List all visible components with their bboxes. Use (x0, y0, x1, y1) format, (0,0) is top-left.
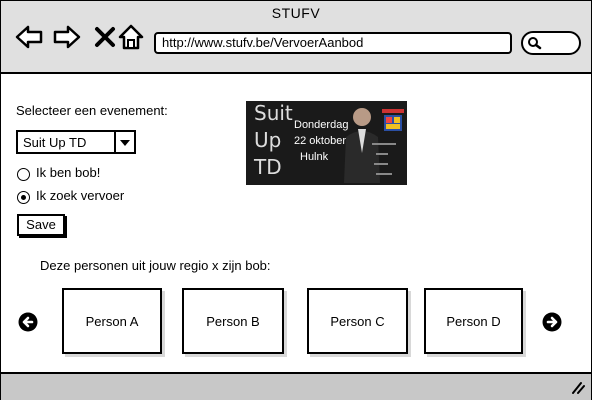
radio-label-ik-zoek-vervoer: Ik zoek vervoer (36, 188, 125, 203)
bob-section-heading: Deze personen uit jouw regio x zijn bob: (40, 258, 271, 273)
banner-small-text (372, 143, 396, 175)
radio-label-ik-ben-bob: Ik ben bob! (36, 165, 101, 180)
event-select[interactable]: Suit Up TD (16, 130, 136, 154)
browser-toolbar: STUFV http://www.stufv.be/VervoerAanbod (1, 1, 591, 74)
person-card-a[interactable]: Person A (62, 288, 162, 354)
event-select-value: Suit Up TD (23, 135, 87, 150)
chevron-down-icon[interactable] (114, 132, 134, 152)
status-bar (1, 372, 591, 400)
search-field[interactable] (521, 31, 581, 55)
forward-arrow-icon[interactable] (53, 23, 81, 51)
event-banner-image: Suit Up TD Donderdag 22 oktober Hulnk (246, 101, 407, 185)
banner-title-line-3: TD (254, 155, 282, 179)
banner-date-line-1: Donderdag (294, 119, 349, 131)
banner-title-line-2: Up (254, 128, 282, 152)
event-label: Selecteer een evenement: (16, 103, 168, 118)
radio-ik-ben-bob[interactable] (17, 168, 30, 181)
banner-date-line-3: Hulnk (300, 151, 329, 163)
carousel-prev-icon[interactable] (18, 312, 38, 332)
back-arrow-icon[interactable] (15, 23, 43, 51)
banner-logo (382, 109, 404, 131)
window-title: STUFV (271, 5, 321, 21)
radio-ik-zoek-vervoer[interactable] (17, 191, 30, 204)
banner-title-line-1: Suit (254, 101, 293, 125)
banner-date-line-2: 22 oktober (294, 135, 346, 147)
person-card-c[interactable]: Person C (307, 288, 408, 354)
person-card-b[interactable]: Person B (182, 288, 284, 354)
person-card-d[interactable]: Person D (424, 288, 523, 354)
save-button[interactable]: Save (17, 214, 65, 236)
search-icon (528, 37, 542, 50)
resize-grip-icon[interactable] (569, 380, 585, 394)
carousel-next-icon[interactable] (542, 312, 562, 332)
close-icon[interactable] (91, 23, 119, 51)
url-bar[interactable]: http://www.stufv.be/VervoerAanbod (154, 32, 512, 54)
home-icon[interactable] (117, 23, 145, 51)
